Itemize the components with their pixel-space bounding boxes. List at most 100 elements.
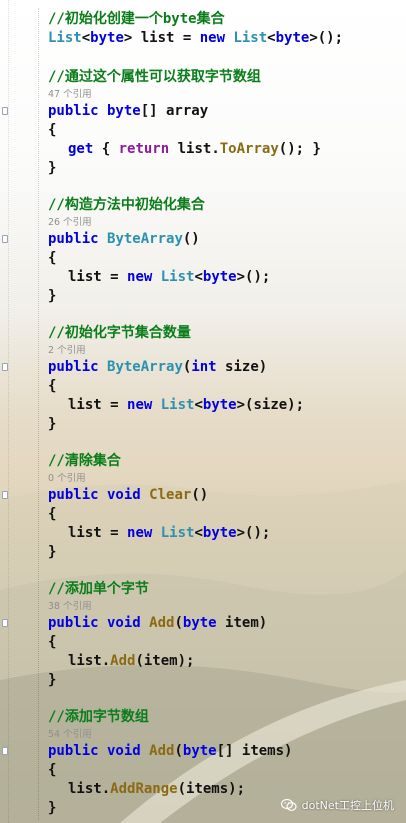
code-line[interactable]: } (48, 415, 398, 434)
code-token: Add (110, 653, 136, 669)
code-token: (); } (278, 141, 321, 157)
code-line[interactable]: list = new List<byte>(); (48, 268, 398, 287)
fold-toggle-icon[interactable] (2, 491, 8, 499)
fold-toggle-icon[interactable] (2, 747, 8, 755)
watermark-text: dotNet工控上位机 (301, 799, 394, 812)
code-token: Clear (149, 487, 192, 503)
code-token: >(); (309, 30, 344, 46)
code-token: () (191, 487, 209, 503)
code-line[interactable]: List<byte> list = new List<byte>(); (48, 29, 398, 48)
code-token: public (48, 359, 108, 375)
code-line[interactable]: { (48, 377, 398, 396)
code-token: { (48, 762, 57, 778)
code-token: int (191, 359, 217, 375)
code-line[interactable]: { (48, 633, 398, 652)
code-token: public void (48, 743, 150, 759)
code-token: byte (202, 269, 237, 285)
code-token: ByteArray (107, 231, 183, 247)
code-line[interactable]: list.Add(item); (48, 652, 398, 671)
code-line[interactable]: { (48, 761, 398, 780)
code-comment: //清除集合 (48, 453, 121, 469)
code-token: list. (68, 781, 111, 797)
code-token: return (118, 141, 170, 157)
code-token: > list = (123, 30, 200, 46)
code-token: ByteArray (107, 359, 183, 375)
code-token: (item); (135, 653, 195, 669)
code-token: (items); (177, 781, 246, 797)
code-token: } (48, 800, 57, 816)
reference-count-link[interactable]: 38 个引用 (48, 600, 398, 614)
code-token: { (48, 378, 57, 394)
code-token: get (68, 141, 94, 157)
fold-toggle-icon[interactable] (2, 107, 8, 115)
code-token: [] items) (216, 743, 293, 759)
indent-guide (38, 8, 40, 820)
code-token: ( (174, 743, 183, 759)
reference-count-link[interactable]: 2 个引用 (48, 344, 398, 358)
code-token: < (194, 525, 203, 541)
code-token: public byte (48, 103, 141, 119)
code-line[interactable]: public ByteArray(int size) (48, 358, 398, 377)
code-token: Add (149, 743, 175, 759)
code-token: [] array (140, 103, 209, 119)
code-token: List (160, 269, 195, 285)
code-comment: //初始化创建一个byte集合 (48, 11, 225, 27)
code-block: //添加单个字节 38 个引用 public void Add(byte item)… (48, 580, 398, 690)
code-token: { (48, 634, 57, 650)
code-line[interactable]: public void Add(byte[] items) (48, 742, 398, 761)
code-token: list = (68, 397, 128, 413)
code-token: list = (68, 269, 128, 285)
fold-toggle-icon[interactable] (2, 363, 8, 371)
code-token: } (48, 672, 57, 688)
code-token: byte (202, 525, 237, 541)
code-line[interactable]: { (48, 505, 398, 524)
code-token: new (127, 525, 161, 541)
reference-count-link[interactable]: 26 个引用 (48, 216, 398, 230)
code-token: public void (48, 615, 150, 631)
reference-count-link[interactable]: 54 个引用 (48, 728, 398, 742)
code-token: List (233, 30, 268, 46)
code-token: () (182, 231, 200, 247)
editor-gutter (0, 0, 9, 823)
code-token: >(); (236, 269, 271, 285)
code-line[interactable]: { (48, 121, 398, 140)
code-comment: //初始化字节集合数量 (48, 325, 191, 341)
code-line[interactable]: get { return list.ToArray(); } (48, 140, 398, 159)
code-token: < (194, 397, 203, 413)
fold-toggle-icon[interactable] (2, 619, 8, 627)
code-token: { (48, 506, 57, 522)
code-token: new (127, 397, 161, 413)
code-line[interactable]: list = new List<byte>(); (48, 524, 398, 543)
code-token: } (48, 416, 57, 432)
code-line[interactable]: } (48, 159, 398, 178)
code-token: List (160, 525, 195, 541)
code-token: byte (90, 30, 124, 46)
code-token: byte (275, 30, 310, 46)
code-line[interactable]: } (48, 671, 398, 690)
code-line[interactable]: public void Add(byte item) (48, 614, 398, 633)
code-line[interactable]: public byte[] array (48, 102, 398, 121)
code-token: new (199, 30, 234, 46)
fold-toggle-icon[interactable] (2, 235, 8, 243)
code-token: { (48, 250, 57, 266)
code-block: //初始化创建一个byte集合 List<byte> list = new Lis… (48, 10, 398, 48)
code-line[interactable]: public ByteArray() (48, 230, 398, 249)
code-token: } (48, 160, 57, 176)
code-token: ( (174, 615, 183, 631)
reference-count-link[interactable]: 47 个引用 (48, 88, 398, 102)
code-line[interactable]: list = new List<byte>(size); (48, 396, 398, 415)
code-comment: //添加单个字节 (48, 581, 149, 597)
code-token: { (93, 141, 119, 157)
code-token: >(); (236, 525, 271, 541)
code-block: //初始化字节集合数量 2 个引用 public ByteArray(int siz… (48, 324, 398, 434)
code-token: item) (216, 615, 268, 631)
reference-count-link[interactable]: 0 个引用 (48, 472, 398, 486)
code-line[interactable]: } (48, 543, 398, 562)
code-editor[interactable]: //初始化创建一个byte集合 List<byte> list = new Lis… (0, 0, 406, 823)
code-line[interactable]: } (48, 287, 398, 306)
code-line[interactable]: public void Clear() (48, 486, 398, 505)
code-line[interactable]: { (48, 249, 398, 268)
code-comment: //通过这个属性可以获取字节数组 (48, 69, 261, 85)
code-block: //清除集合 0 个引用 public void Clear(){ list = ne… (48, 452, 398, 562)
code-token: } (48, 544, 57, 560)
